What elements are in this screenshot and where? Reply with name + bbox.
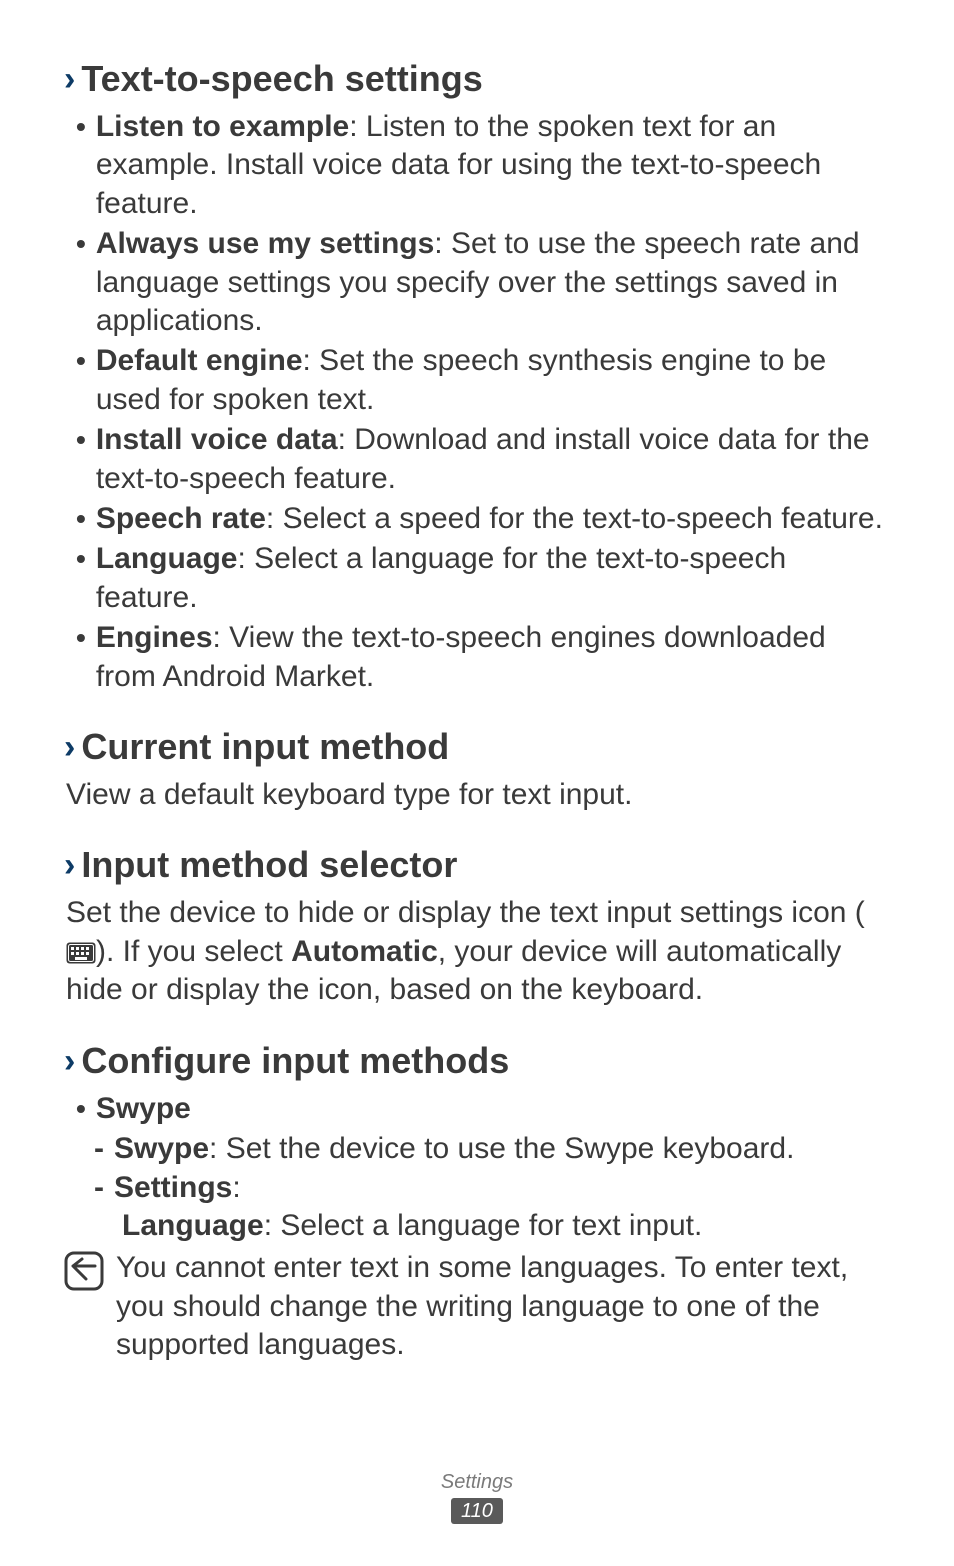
section-heading-tts: › Text-to-speech settings	[64, 56, 890, 102]
configure-bullet-list: • Swype	[64, 1090, 890, 1128]
section-title: Text-to-speech settings	[81, 56, 482, 102]
list-item: • Swype	[76, 1090, 890, 1128]
section-desc: Set the device to hide or display the te…	[64, 894, 890, 1009]
section-title: Configure input methods	[81, 1038, 509, 1084]
swype-language-line: Language: Select a language for text inp…	[64, 1207, 890, 1245]
list-item: - Settings:	[94, 1169, 890, 1207]
keyboard-icon	[66, 942, 96, 964]
list-item: • Engines: View the text-to-speech engin…	[76, 619, 890, 696]
section-title: Current input method	[81, 724, 449, 770]
bullet-icon: •	[76, 225, 86, 340]
bullet-icon: •	[76, 108, 86, 223]
section-title: Input method selector	[81, 842, 457, 888]
chevron-right-icon: ›	[64, 730, 71, 764]
list-item: - Swype: Set the device to use the Swype…	[94, 1130, 890, 1168]
page-footer: Settings 110	[0, 1470, 954, 1524]
chevron-right-icon: ›	[64, 848, 71, 882]
list-item: • Language: Select a language for the te…	[76, 540, 890, 617]
list-item: • Always use my settings: Set to use the…	[76, 225, 890, 340]
note-block: You cannot enter text in some languages.…	[64, 1249, 890, 1364]
bullet-icon: •	[76, 619, 86, 696]
bullet-icon: •	[76, 342, 86, 419]
dash-icon: -	[94, 1130, 104, 1168]
dash-icon: -	[94, 1169, 104, 1207]
bullet-icon: •	[76, 1090, 86, 1128]
list-item: • Default engine: Set the speech synthes…	[76, 342, 890, 419]
swype-subbullets: - Swype: Set the device to use the Swype…	[64, 1130, 890, 1207]
section-desc: View a default keyboard type for text in…	[64, 776, 890, 814]
section-heading-current-input: › Current input method	[64, 724, 890, 770]
bullet-icon: •	[76, 540, 86, 617]
list-item: • Listen to example: Listen to the spoke…	[76, 108, 890, 223]
section-heading-configure: › Configure input methods	[64, 1038, 890, 1084]
bullet-icon: •	[76, 500, 86, 538]
section-heading-input-selector: › Input method selector	[64, 842, 890, 888]
tts-bullet-list: • Listen to example: Listen to the spoke…	[64, 108, 890, 696]
note-icon	[64, 1251, 104, 1364]
chevron-right-icon: ›	[64, 62, 71, 96]
page-number-badge: 110	[451, 1498, 503, 1524]
note-text: You cannot enter text in some languages.…	[116, 1249, 890, 1364]
list-item: • Speech rate: Select a speed for the te…	[76, 500, 890, 538]
footer-breadcrumb: Settings	[441, 1470, 513, 1496]
chevron-right-icon: ›	[64, 1044, 71, 1078]
list-item: • Install voice data: Download and insta…	[76, 421, 890, 498]
bullet-icon: •	[76, 421, 86, 498]
